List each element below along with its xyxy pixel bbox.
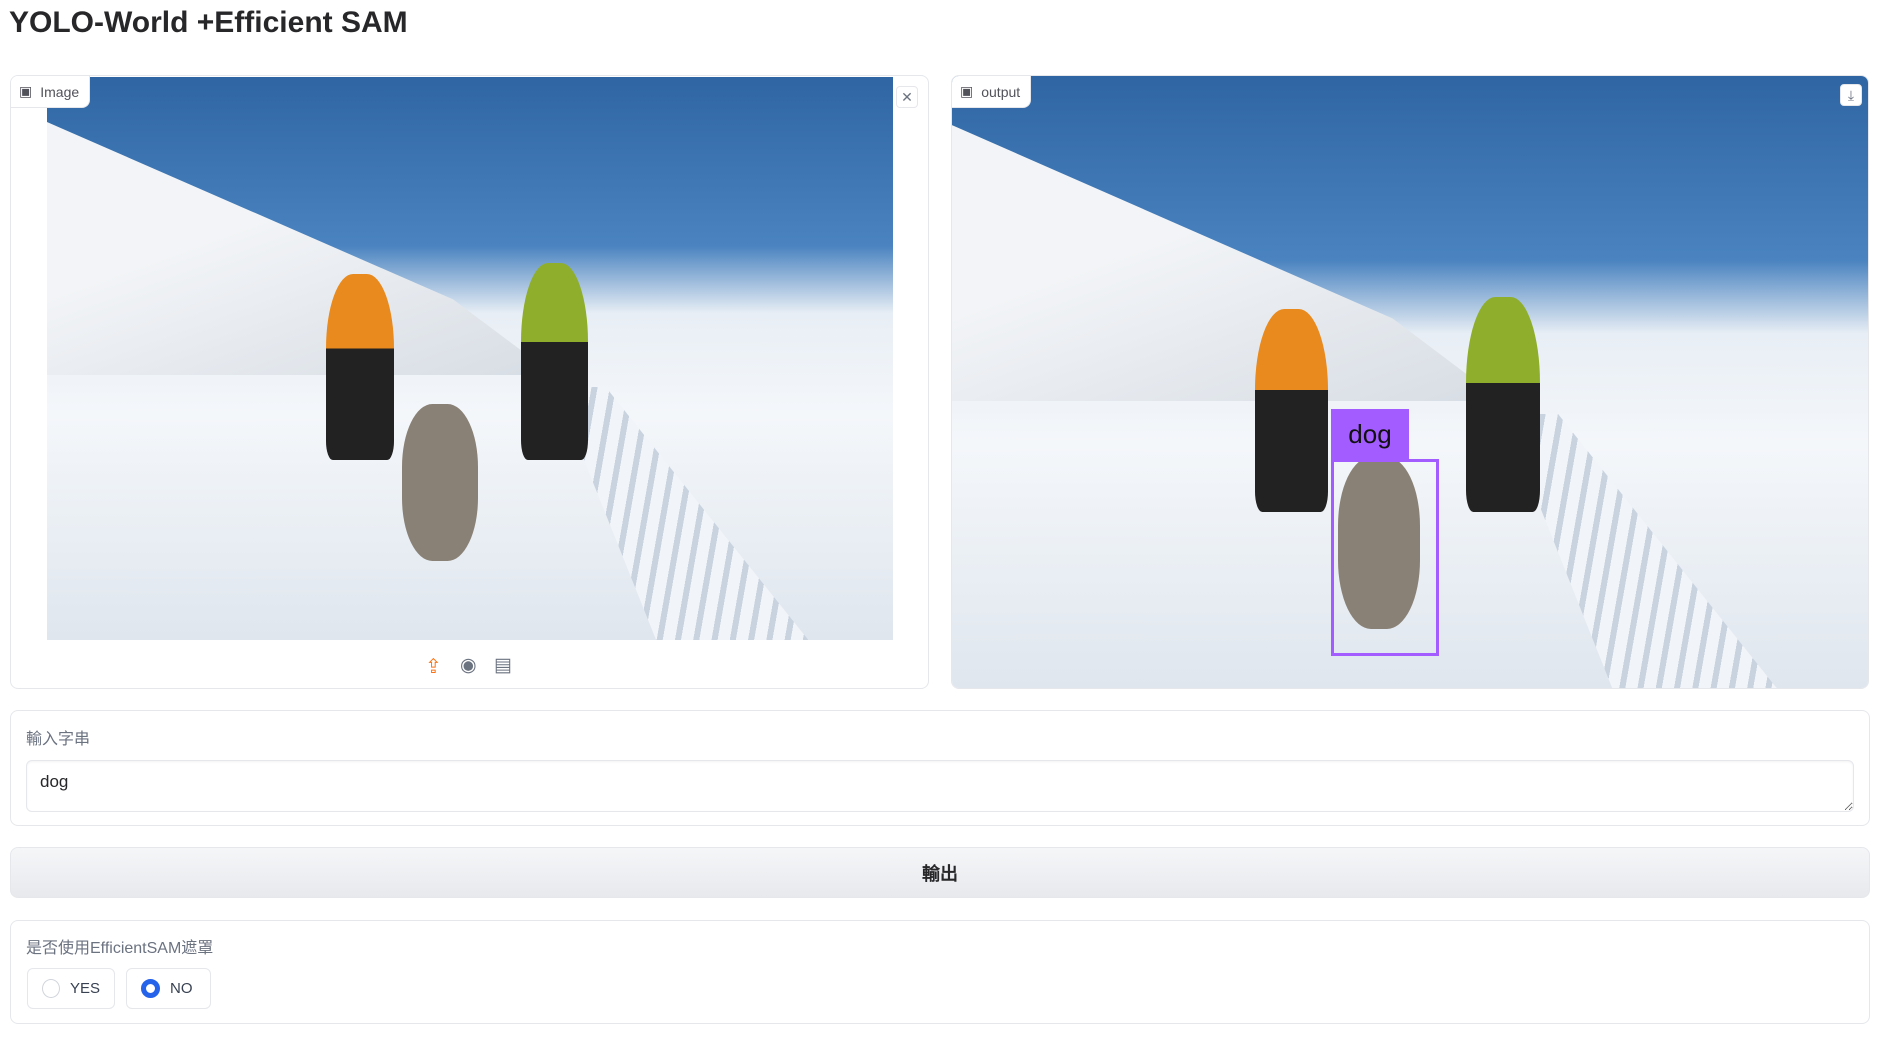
- radio-no[interactable]: NO: [126, 968, 211, 1009]
- radio-circle-selected[interactable]: [141, 979, 160, 998]
- detection-box: [1331, 459, 1439, 656]
- source-upload-icon[interactable]: ⇪: [425, 654, 442, 679]
- mask-option-block: 是否使用EfficientSAM遮罩: [10, 920, 1870, 1024]
- source-clipboard-icon[interactable]: ▤: [494, 654, 512, 677]
- input-photo: [47, 77, 893, 640]
- image-icon: ▣: [960, 83, 974, 99]
- output-image-label: ▣ output: [952, 76, 1032, 108]
- image-icon: ▣: [19, 83, 33, 99]
- close-icon[interactable]: ✕: [896, 86, 918, 108]
- mask-option-label: 是否使用EfficientSAM遮罩: [26, 940, 214, 957]
- detection-label: dog: [1331, 409, 1409, 459]
- submit-button[interactable]: 輸出: [10, 847, 1870, 898]
- text-input-label: 輸入字串: [26, 731, 91, 748]
- text-input[interactable]: dog: [26, 760, 1854, 812]
- text-input-block: 輸入字串 dog: [10, 710, 1870, 826]
- input-image-label: ▣ Image: [11, 76, 91, 108]
- radio-circle[interactable]: [42, 979, 60, 998]
- input-image-panel[interactable]: ▣ Image ✕ ⇪ ◉ ▤: [10, 75, 929, 689]
- output-image-panel: ▣ output ⤓ dog: [951, 75, 1869, 689]
- page-title: YOLO-World +Efficient SAM: [9, 6, 408, 39]
- source-webcam-icon[interactable]: ◉: [460, 654, 477, 677]
- download-icon[interactable]: ⤓: [1840, 84, 1862, 106]
- radio-yes[interactable]: YES: [27, 968, 115, 1009]
